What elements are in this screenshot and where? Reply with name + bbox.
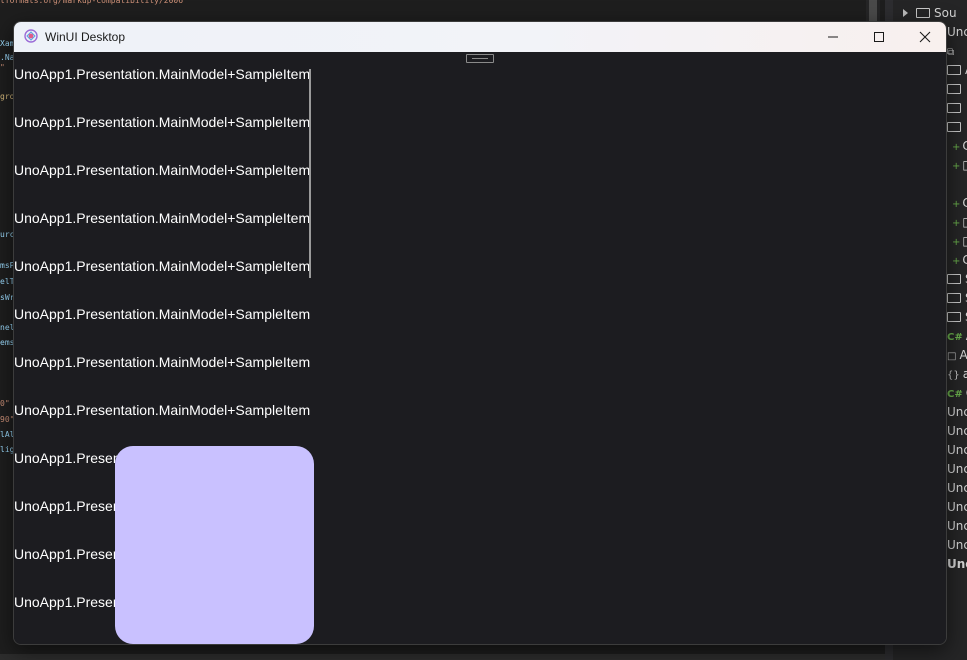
solution-explorer-label: C — [962, 196, 967, 210]
pending-add-icon: + — [952, 199, 961, 210]
list-item[interactable]: UnoApp1.Presentation.MainModel+SampleIte… — [14, 256, 310, 276]
solution-explorer-item[interactable] — [947, 80, 965, 99]
code-line: " — [0, 63, 5, 72]
list-scrollbar[interactable] — [309, 69, 311, 278]
folder-icon — [916, 8, 930, 18]
overlay-rectangle — [115, 446, 314, 644]
pending-add-icon: + — [952, 142, 961, 153]
folder-icon — [947, 312, 961, 322]
solution-explorer-item[interactable] — [947, 99, 965, 118]
solution-explorer-label: Sou — [934, 6, 957, 20]
solution-explorer-label: ▯ — [962, 215, 967, 229]
list-item[interactable]: UnoApp1.Presentation.MainModel+SampleIte… — [14, 64, 310, 84]
folder-icon — [947, 293, 961, 303]
solution-explorer-item[interactable]: ⧉ — [947, 42, 957, 61]
solution-explorer-item[interactable]: S — [947, 270, 967, 289]
list-item[interactable]: UnoApp1.Presentation.MainModel+SampleIte… — [14, 352, 310, 372]
list-item[interactable]: UnoApp1.Presen — [14, 496, 121, 516]
solution-explorer-item[interactable]: Unc — [947, 498, 967, 517]
solution-explorer-item[interactable]: Unc — [947, 517, 967, 536]
editor-horizontal-scrollbar[interactable] — [0, 654, 885, 660]
chevron-right-icon[interactable] — [903, 9, 908, 17]
maximize-button[interactable] — [856, 22, 902, 52]
solution-explorer-item[interactable]: + C — [952, 251, 967, 270]
solution-explorer-item[interactable]: Unc — [947, 536, 967, 555]
solution-explorer-item[interactable]: + C — [952, 137, 967, 156]
solution-explorer-item[interactable]: □ A — [947, 346, 967, 365]
csharp-file-icon: C# — [947, 389, 963, 400]
solution-explorer-item[interactable]: + ▯ — [952, 213, 967, 232]
solution-explorer-label: Unc — [947, 557, 967, 571]
solution-explorer-item[interactable] — [947, 118, 965, 137]
list-item[interactable]: UnoApp1.Presentation.MainModel+SampleIte… — [14, 304, 310, 324]
solution-explorer-label: Unc — [947, 519, 967, 533]
code-line: tformats.org/markup-compatibility/2006" — [0, 0, 188, 5]
list-item[interactable]: UnoApp1.Presentation.MainModel+SampleIte… — [14, 208, 310, 228]
minimize-button[interactable] — [810, 22, 856, 52]
solution-explorer-label: Unc — [947, 462, 967, 476]
title-bar[interactable]: WinUI Desktop — [14, 22, 946, 52]
folder-icon — [947, 103, 961, 113]
solution-explorer-item[interactable]: Unc — [947, 479, 967, 498]
file-icon: ⧉ — [947, 47, 955, 58]
solution-explorer-label: Unc — [947, 443, 967, 457]
solution-explorer-item[interactable]: C#C — [947, 384, 967, 403]
list-item[interactable]: UnoApp1.Presentation.MainModel+SampleIte… — [14, 400, 310, 420]
solution-explorer-label: C — [962, 139, 967, 153]
solution-explorer-item[interactable]: Unc — [947, 441, 967, 460]
solution-explorer-item[interactable]: + ▯ — [952, 232, 967, 251]
close-icon — [919, 31, 931, 43]
solution-explorer-label: Unc — [947, 405, 967, 419]
maximize-icon — [874, 32, 884, 42]
pending-add-icon: + — [952, 256, 961, 267]
solution-explorer-label: Unc — [947, 25, 967, 39]
pending-add-icon: + — [952, 237, 961, 248]
solution-explorer-label: Unc — [947, 481, 967, 495]
close-button[interactable] — [902, 22, 946, 52]
solution-explorer-label: ▯ — [962, 234, 967, 248]
solution-explorer-item[interactable]: Unc — [947, 403, 967, 422]
solution-explorer-label: C — [962, 253, 967, 267]
solution-explorer-item[interactable]: C#A — [947, 327, 967, 346]
folder-icon — [947, 84, 961, 94]
solution-explorer-item[interactable]: + C — [952, 194, 967, 213]
winui-desktop-window[interactable]: WinUI Desktop UnoApp1.Presentation.MainM… — [13, 21, 947, 645]
solution-explorer-item[interactable]: S — [947, 308, 967, 327]
solution-explorer-item[interactable]: Unc — [947, 555, 967, 574]
folder-icon — [947, 122, 961, 132]
list-item[interactable]: UnoApp1.Presen — [14, 544, 121, 564]
solution-explorer-item[interactable]: + ▯ — [952, 156, 967, 175]
solution-explorer-label: Unc — [947, 500, 967, 514]
solution-explorer-item[interactable]: Unc — [947, 460, 967, 479]
window-title: WinUI Desktop — [45, 30, 126, 44]
list-item[interactable]: UnoApp1.Presentation.MainModel+SampleIte… — [14, 160, 310, 180]
file-icon: {} — [947, 370, 960, 381]
list-item[interactable]: UnoApp1.Presentation.MainModel+SampleIte… — [14, 112, 310, 132]
solution-explorer-label: ▯ — [962, 158, 967, 172]
solution-explorer-label: Unc — [947, 424, 967, 438]
code-line: 0" — [0, 399, 10, 408]
pending-add-icon: + — [952, 161, 961, 172]
list-item[interactable]: UnoApp1.Presen — [14, 592, 121, 612]
solution-explorer-item[interactable]: Unc — [947, 422, 967, 441]
minimize-icon — [828, 36, 838, 38]
solution-explorer-item[interactable]: {} a — [947, 365, 967, 384]
drag-handle-icon[interactable] — [466, 54, 494, 63]
solution-explorer-item[interactable]: Unc — [947, 23, 967, 42]
folder-icon — [947, 274, 961, 284]
solution-explorer-label: A — [959, 348, 967, 362]
pending-add-icon: + — [952, 218, 961, 229]
file-icon: □ — [947, 351, 957, 362]
solution-explorer-item[interactable]: S — [947, 289, 967, 308]
solution-explorer-label: a — [962, 367, 967, 381]
solution-explorer-label: Unc — [947, 538, 967, 552]
scrollbar-thumb[interactable] — [869, 0, 877, 22]
list-item[interactable]: UnoApp1.Presen — [14, 448, 121, 468]
csharp-file-icon: C# — [947, 332, 963, 343]
uno-app-icon — [24, 29, 38, 43]
window-content: UnoApp1.Presentation.MainModel+SampleIte… — [14, 52, 946, 644]
folder-icon — [947, 65, 961, 75]
solution-explorer-item[interactable]: A — [947, 61, 967, 80]
